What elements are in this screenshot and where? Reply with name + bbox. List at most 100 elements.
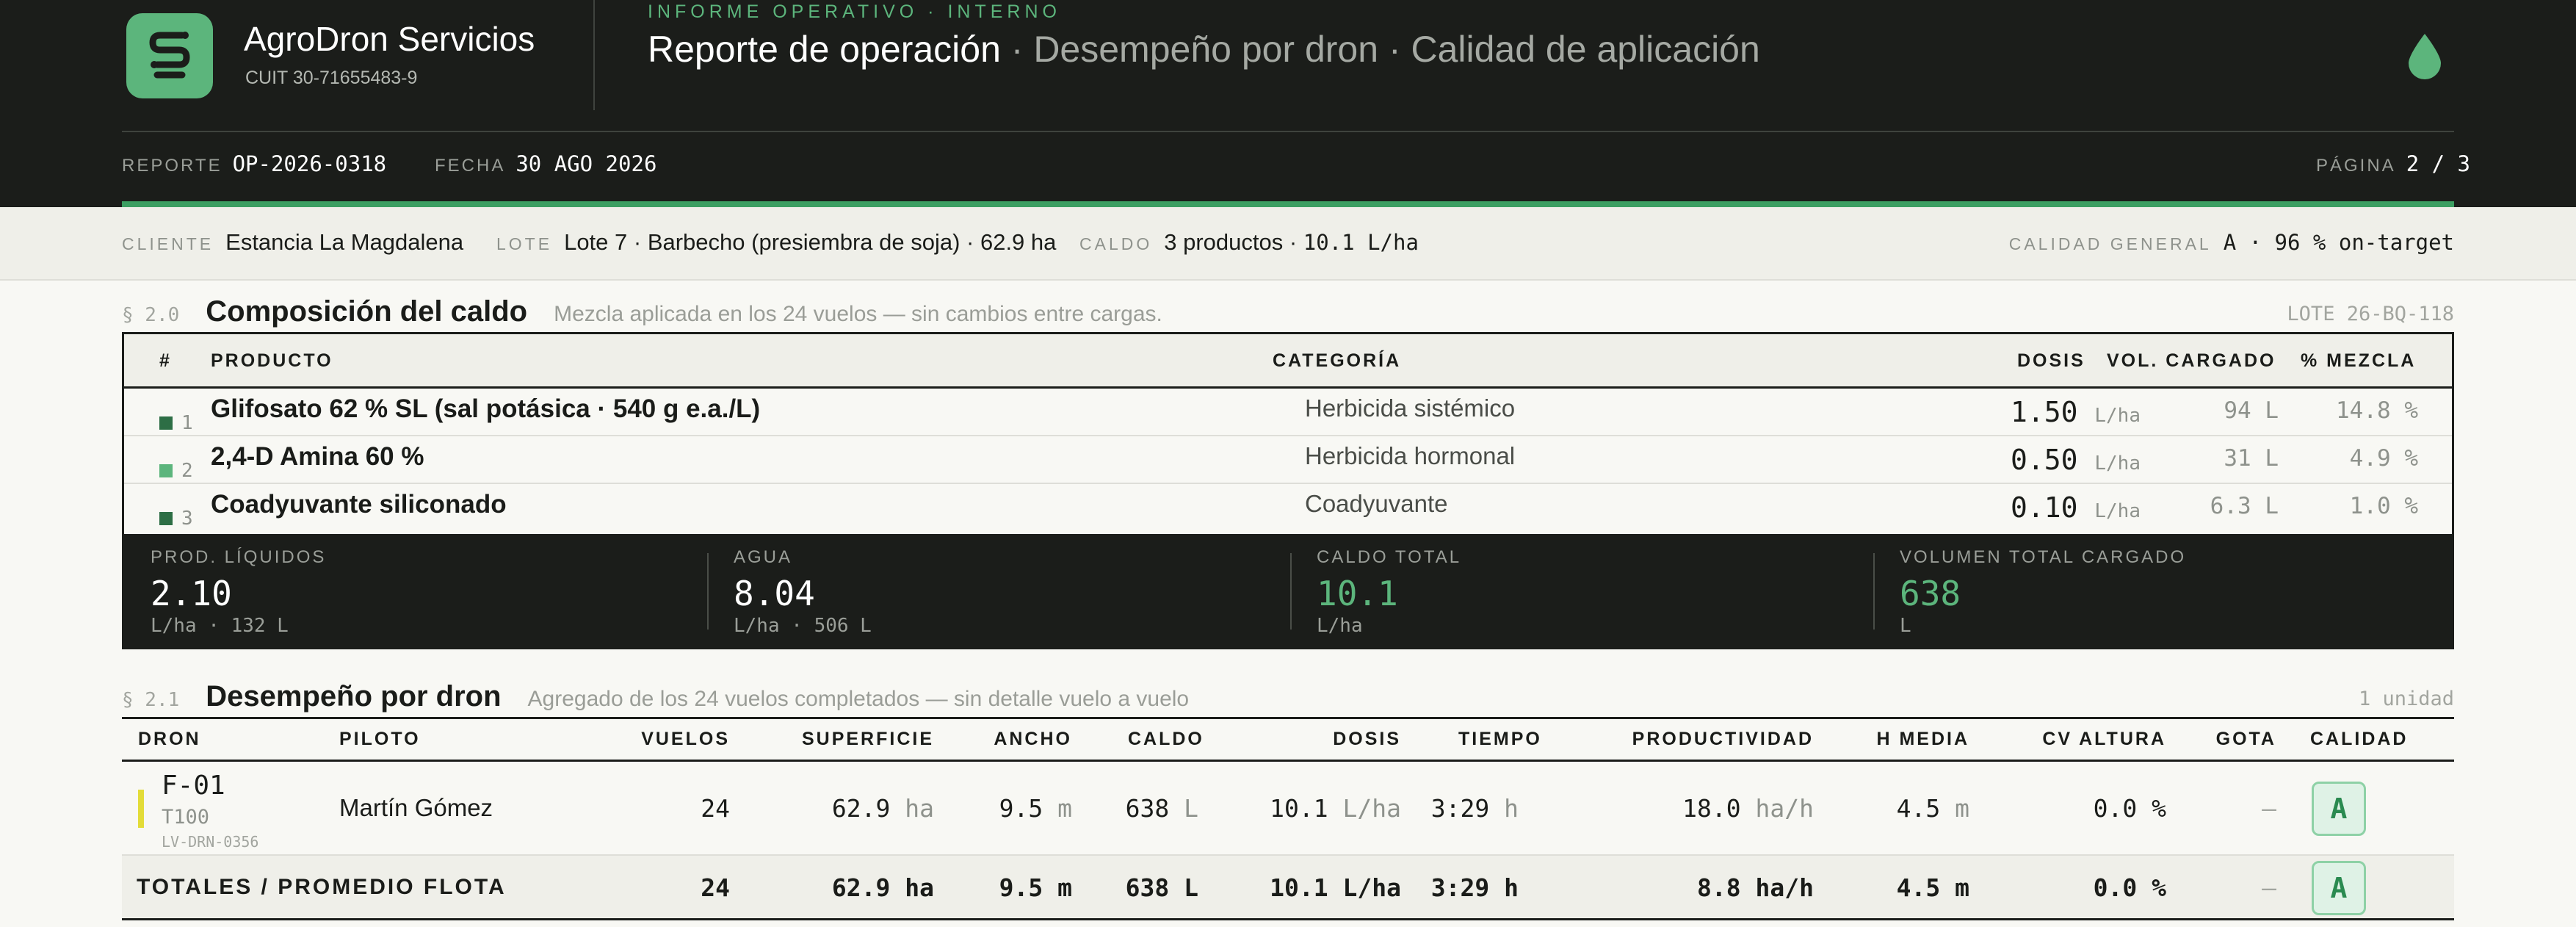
report-kicker: INFORME OPERATIVO · INTERNO (648, 1, 1061, 22)
drone-code: F-01 (162, 771, 225, 801)
summary-value: 638 (1900, 574, 1961, 613)
col-num: # (159, 350, 172, 371)
dose-cell: 10.1 L/ha (1270, 794, 1401, 823)
col-flights: VUELOS (641, 729, 730, 749)
surface-total: 62.9 ha (832, 873, 934, 902)
product-category: Herbicida sistémico (1305, 394, 1516, 422)
report-id: REPORTE OP-2026-0318 (122, 151, 386, 176)
summary-divider (1873, 553, 1875, 630)
client-value: Estancia La Magdalena (225, 229, 464, 255)
page-indicator: PÁGINA 2 / 3 (2316, 151, 2470, 176)
product-swatch (159, 512, 173, 525)
section-subtitle: Mezcla aplicada en los 24 vuelos — sin c… (554, 302, 1162, 326)
summary-label: AGUA (734, 547, 793, 567)
header-rule (122, 131, 2454, 132)
broth-value: 638 (1125, 873, 1170, 902)
product-dose: 1.50 L/ha (2011, 396, 2141, 428)
broth-total: 638 L (1126, 873, 1198, 902)
summary-label: VOLUMEN TOTAL CARGADO (1900, 547, 2187, 567)
company-logo (126, 13, 213, 98)
summary-label: PROD. LÍQUIDOS (151, 547, 327, 567)
product-mix: 14.8 % (2336, 397, 2418, 424)
page-label: PÁGINA (2315, 156, 2396, 176)
section-number: § 2.0 (122, 304, 180, 326)
width-cell: 9.5 m (999, 794, 1072, 823)
width-total: 9.5 m (999, 873, 1072, 902)
dose-unit: L/ha (1342, 873, 1401, 902)
section-drone-performance-header: § 2.1 Desempeño por dron Agregado de los 2… (122, 680, 1189, 713)
dose-value: 10.1 (1270, 873, 1328, 902)
height-unit: m (1955, 794, 1969, 823)
dose-value: 1.50 (2010, 396, 2078, 428)
dose-unit: L/ha (1342, 794, 1401, 823)
product-name: 2,4-D Amina 60 % (211, 442, 424, 471)
product-dose: 0.10 L/ha (2011, 491, 2141, 524)
height-value: 4.5 (1896, 873, 1941, 902)
productivity-cell: 18.0 ha/h (1682, 794, 1814, 823)
product-volume: 94 L (2224, 397, 2279, 424)
dose-unit: L/ha (2094, 500, 2141, 522)
summary-value: 8.04 (734, 574, 815, 613)
productivity-total: 8.8 ha/h (1697, 873, 1814, 902)
product-category: Herbicida hormonal (1305, 442, 1516, 469)
composition-summary: PROD. LÍQUIDOS 2.10 L/ha · 132 L AGUA 8.… (124, 534, 2452, 647)
broth-value: 638 (1125, 794, 1170, 823)
product-name: Glifosato 62 % SL (sal potásica · 540 g … (211, 394, 761, 423)
col-drone: DRON (138, 729, 201, 749)
logo-s-icon (149, 32, 190, 79)
product-dose: 0.50 L/ha (2011, 444, 2141, 476)
row-number: 1 (181, 412, 193, 434)
quality-label: CALIDAD GENERAL (2008, 234, 2212, 253)
drop-value: — (2262, 794, 2276, 823)
width-value: 9.5 (999, 794, 1043, 823)
summary-sub: L/ha · 506 L (734, 615, 872, 637)
section-title: Desempeño por dron (206, 680, 502, 713)
summary-value: 2.10 (151, 574, 232, 613)
dose-value: 0.50 (2010, 444, 2078, 476)
section-number: § 2.1 (122, 689, 180, 711)
product-name: Coadyuvante siliconado (211, 490, 507, 519)
product-mix: 4.9 % (2349, 445, 2418, 472)
time-value: 3:29 (1430, 873, 1490, 902)
cv-total: 0.0 % (2093, 873, 2166, 902)
col-height: H MEDIA (1876, 729, 1969, 749)
broth-value-b: 10.1 L/ha (1303, 230, 1419, 255)
col-broth: CALDO (1128, 729, 1204, 749)
report-title: Reporte de operación · Desempeño por dro… (648, 28, 1760, 71)
drone-marker (138, 790, 144, 828)
totals-label: TOTALES / PROMEDIO FLOTA (137, 875, 507, 899)
col-mix: % MEZCLA (2301, 350, 2417, 371)
company-name: AgroDron Servicios (244, 20, 535, 58)
table-row: 3 Coadyuvante siliconado Coadyuvante 0.1… (124, 484, 2452, 532)
dose-value: 10.1 (1270, 794, 1328, 823)
product-mix: 1.0 % (2349, 493, 2418, 519)
col-quality: CALIDAD (2310, 729, 2409, 749)
composition-table: # PRODUCTO CATEGORÍA DOSIS VOL. CARGADO … (122, 332, 2454, 649)
client-label: CLIENTE (122, 234, 214, 253)
page-value: 2 / 3 (2406, 151, 2470, 176)
col-product: PRODUCTO (211, 350, 333, 371)
lot-info: LOTE Lote 7 · Barbecho (presiembra de soj… (496, 229, 1056, 256)
col-cv: CV ALTURA (2042, 729, 2166, 749)
dose-total: 10.1 L/ha (1270, 873, 1401, 902)
lot-value: Lote 7 · Barbecho (presiembra de soja) ·… (564, 229, 1057, 255)
product-volume: 6.3 L (2210, 493, 2279, 519)
col-pilot: PILOTO (339, 729, 421, 749)
report-id-label: REPORTE (122, 156, 222, 176)
row-number: 2 (181, 460, 193, 482)
report-header: AgroDron Servicios CUIT 30-71655483-9 IN… (0, 0, 2576, 207)
col-volume: VOL. CARGADO (2107, 350, 2276, 371)
surface-cell: 62.9 ha (832, 794, 934, 823)
quality-value: A · 96 % on-target (2223, 230, 2454, 255)
product-swatch (159, 464, 173, 477)
height-value: 4.5 (1896, 794, 1941, 823)
time-total: 3:29 h (1431, 873, 1519, 902)
time-unit: h (1504, 873, 1519, 902)
broth-info: CALDO 3 productos · 10.1 L/ha (1079, 229, 1419, 256)
quality-badge: A (2312, 861, 2366, 915)
height-unit: m (1955, 873, 1969, 902)
row-number: 3 (181, 508, 193, 530)
surface-unit: ha (905, 873, 934, 902)
quality-badge: A (2312, 782, 2366, 836)
unit-count: 1 unidad (2358, 688, 2454, 710)
